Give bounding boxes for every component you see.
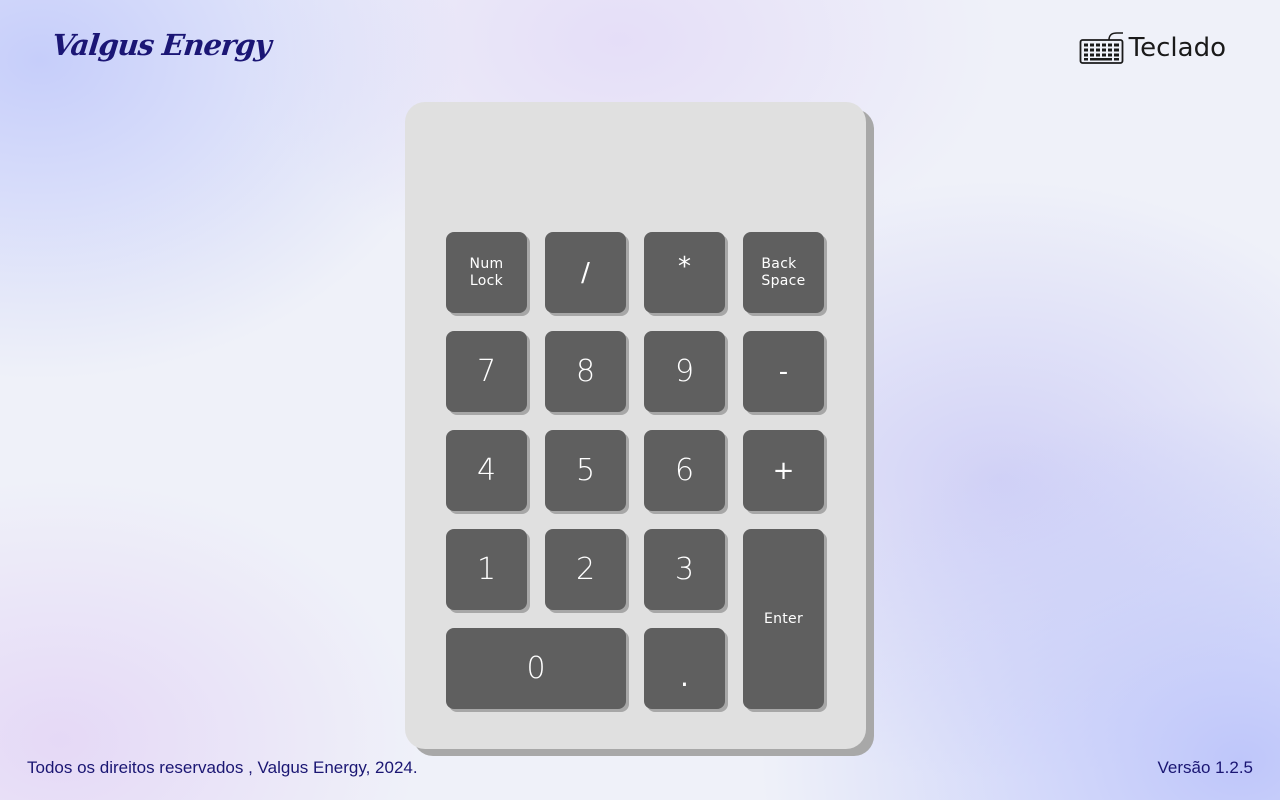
key-label: 4 — [476, 453, 497, 488]
key-label: / — [581, 257, 590, 288]
key-label: 5 — [575, 453, 596, 488]
key-label: * — [678, 251, 691, 282]
key-label: 0 — [526, 651, 546, 686]
numlock-key[interactable]: Num Lock — [446, 232, 527, 313]
key-label: 3 — [674, 552, 695, 587]
multiply-key[interactable]: * — [644, 232, 725, 313]
key-0[interactable]: 0 — [446, 628, 626, 709]
key-label: . — [680, 660, 689, 693]
minus-key[interactable]: - — [743, 331, 824, 412]
decimal-key[interactable]: . — [644, 628, 725, 709]
key-label: 9 — [674, 354, 695, 389]
plus-key[interactable]: + — [743, 430, 824, 511]
key-1[interactable]: 1 — [446, 529, 527, 610]
key-6[interactable]: 6 — [644, 430, 725, 511]
key-5[interactable]: 5 — [545, 430, 626, 511]
app-header: Teclado — [1079, 30, 1226, 66]
key-label: 8 — [575, 354, 596, 389]
backspace-key[interactable]: Back Space — [743, 232, 824, 313]
key-label: Num Lock — [469, 255, 504, 289]
key-label: 2 — [575, 552, 596, 587]
key-label: 1 — [476, 552, 497, 587]
numeric-keypad: Num Lock / * Back Space 7 8 9 - 4 5 6 + … — [405, 102, 866, 749]
key-label: + — [772, 455, 795, 486]
enter-key[interactable]: Enter — [743, 529, 824, 709]
key-3[interactable]: 3 — [644, 529, 725, 610]
key-2[interactable]: 2 — [545, 529, 626, 610]
key-label: Back Space — [761, 255, 806, 289]
key-7[interactable]: 7 — [446, 331, 527, 412]
key-label: 6 — [674, 453, 695, 488]
brand-logo: Valgus Energy — [50, 28, 273, 62]
version-text: Versão 1.2.5 — [1157, 758, 1253, 777]
key-8[interactable]: 8 — [545, 331, 626, 412]
key-label: Enter — [763, 610, 804, 627]
copyright-text: Todos os direitos reservados , Valgus En… — [27, 758, 418, 777]
key-9[interactable]: 9 — [644, 331, 725, 412]
page-title: Teclado — [1128, 33, 1226, 63]
key-4[interactable]: 4 — [446, 430, 527, 511]
key-label: - — [778, 356, 789, 387]
keyboard-icon — [1079, 32, 1124, 64]
key-label: 7 — [476, 354, 497, 389]
divide-key[interactable]: / — [545, 232, 626, 313]
